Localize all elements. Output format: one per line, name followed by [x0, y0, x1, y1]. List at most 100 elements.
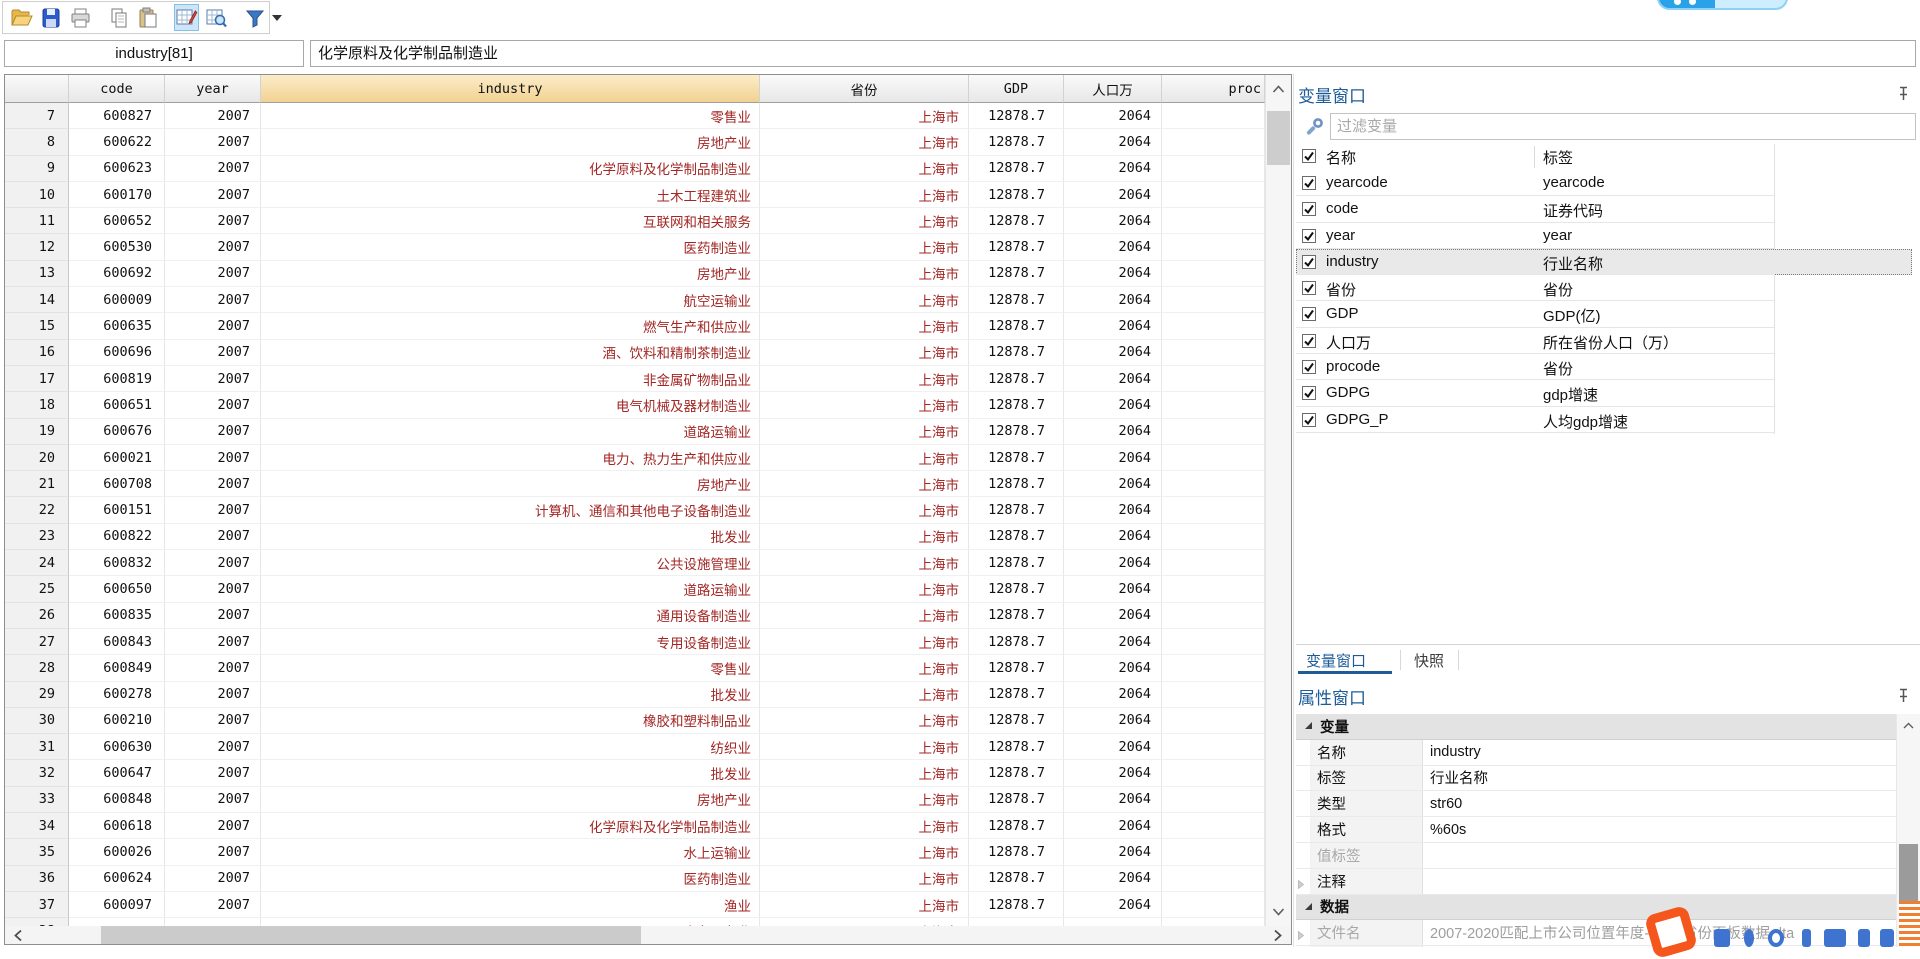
year-cell[interactable]: 2007 — [165, 155, 261, 182]
name-column-header[interactable]: 名称 — [1326, 147, 1356, 168]
procode-cell[interactable] — [1162, 813, 1265, 840]
procode-cell[interactable] — [1162, 471, 1265, 498]
table-row[interactable]: 14 600009 2007 航空运输业 上海市 12878.7 2064 — [5, 287, 1265, 314]
province-cell[interactable]: 上海市 — [760, 444, 969, 472]
industry-cell[interactable]: 水上运输业 — [261, 839, 760, 866]
code-cell[interactable]: 600650 — [69, 576, 165, 603]
population-cell[interactable]: 2064 — [1064, 813, 1162, 840]
code-cell[interactable] — [69, 918, 165, 926]
table-row[interactable]: 7 600827 2007 零售业 上海市 12878.7 2064 — [5, 103, 1265, 130]
code-cell[interactable]: 600624 — [69, 865, 165, 892]
province-cell[interactable]: 上海市 — [760, 681, 969, 708]
table-row[interactable]: 30 600210 2007 橡胶和塑料制品业 上海市 12878.7 2064 — [5, 707, 1265, 735]
province-cell[interactable]: 上海市 — [760, 234, 969, 261]
variable-checkbox[interactable] — [1302, 360, 1316, 379]
row-number-cell[interactable]: 7 — [5, 103, 69, 130]
header-code[interactable]: code — [69, 75, 165, 103]
industry-cell[interactable]: 医药制造业 — [261, 234, 760, 261]
province-cell[interactable]: 上海市 — [760, 129, 969, 156]
procode-cell[interactable] — [1162, 392, 1265, 419]
gdp-cell[interactable]: 12878.7 — [969, 365, 1064, 393]
table-row[interactable]: 19 600676 2007 道路运输业 上海市 12878.7 2064 — [5, 418, 1265, 445]
filter-button[interactable] — [243, 4, 267, 31]
variable-checkbox[interactable] — [1302, 228, 1316, 248]
province-cell[interactable]: 上海市 — [760, 471, 969, 498]
table-row[interactable]: 21 600708 2007 房地产业 上海市 12878.7 2064 — [5, 471, 1265, 498]
year-cell[interactable]: 2007 — [165, 234, 261, 261]
variable-row[interactable]: GDPG gdp增速 — [1296, 380, 1920, 407]
population-cell[interactable]: 2064 — [1064, 339, 1162, 366]
year-cell[interactable]: 2007 — [165, 444, 261, 472]
pin-icon[interactable] — [1896, 86, 1910, 106]
header-province[interactable]: 省份 — [760, 75, 969, 103]
table-row[interactable]: 29 600278 2007 批发业 上海市 12878.7 2064 — [5, 681, 1265, 708]
code-cell[interactable]: 600630 — [69, 734, 165, 761]
population-cell[interactable]: 2064 — [1064, 287, 1162, 314]
population-cell[interactable]: 2064 — [1064, 891, 1162, 919]
gdp-cell[interactable]: 12878.7 — [969, 628, 1064, 656]
procode-cell[interactable] — [1162, 576, 1265, 603]
industry-cell[interactable]: 批发业 — [261, 681, 760, 708]
code-cell[interactable]: 600622 — [69, 129, 165, 156]
table-row[interactable]: 23 600822 2007 批发业 上海市 12878.7 2064 — [5, 523, 1265, 551]
industry-cell[interactable]: 燃气生产和供应业 — [261, 313, 760, 340]
tab-variables-window[interactable]: 变量窗口 — [1306, 650, 1366, 671]
year-cell[interactable]: 2007 — [165, 760, 261, 787]
code-cell[interactable]: 600170 — [69, 181, 165, 209]
code-cell[interactable]: 600021 — [69, 444, 165, 472]
variable-row[interactable]: GDPG_P 人均gdp增速 — [1296, 407, 1920, 434]
industry-cell[interactable]: 电力、热力生产和供应业 — [261, 444, 760, 472]
gdp-cell[interactable]: 12878.7 — [969, 208, 1064, 235]
industry-cell[interactable]: 零售业 — [261, 655, 760, 682]
row-number-cell[interactable]: 18 — [5, 392, 69, 419]
paste-button[interactable] — [136, 4, 160, 31]
procode-cell[interactable] — [1162, 681, 1265, 708]
row-number-cell[interactable]: 21 — [5, 471, 69, 498]
variable-row[interactable]: year year — [1296, 223, 1920, 250]
population-cell[interactable] — [1064, 918, 1162, 926]
row-number-cell[interactable]: 9 — [5, 155, 69, 182]
code-cell[interactable]: 600026 — [69, 839, 165, 866]
filter-dropdown-caret[interactable] — [272, 4, 282, 31]
variable-row[interactable]: code 证券代码 — [1296, 196, 1920, 223]
row-number-cell[interactable]: 17 — [5, 365, 69, 393]
industry-cell[interactable]: 批发业 — [261, 760, 760, 787]
procode-cell[interactable] — [1162, 365, 1265, 393]
variable-row[interactable]: procode 省份 — [1296, 354, 1920, 381]
gdp-cell[interactable]: 12878.7 — [969, 287, 1064, 314]
year-cell[interactable]: 2007 — [165, 418, 261, 445]
row-number-cell[interactable]: 22 — [5, 497, 69, 524]
code-cell[interactable]: 600651 — [69, 392, 165, 419]
procode-cell[interactable] — [1162, 786, 1265, 814]
province-cell[interactable]: 上海市 — [760, 103, 969, 130]
open-folder-button[interactable] — [9, 4, 34, 31]
variable-row[interactable]: yearcode yearcode — [1296, 170, 1920, 197]
table-row[interactable]: 32 600647 2007 批发业 上海市 12878.7 2064 — [5, 760, 1265, 787]
gdp-cell[interactable]: 12878.7 — [969, 234, 1064, 261]
procode-cell[interactable] — [1162, 313, 1265, 340]
table-row[interactable]: 8 600622 2007 房地产业 上海市 12878.7 2064 — [5, 129, 1265, 156]
gdp-cell[interactable]: 12878.7 — [969, 181, 1064, 209]
row-number-cell[interactable]: 34 — [5, 813, 69, 840]
year-cell[interactable]: 2007 — [165, 628, 261, 656]
row-number-cell[interactable]: 26 — [5, 602, 69, 629]
year-cell[interactable]: 2007 — [165, 392, 261, 419]
scroll-up-button[interactable] — [1897, 716, 1920, 734]
industry-cell[interactable]: 房地产业 — [261, 786, 760, 814]
province-cell[interactable]: 上海市 — [760, 287, 969, 314]
header-gdp[interactable]: GDP — [969, 75, 1064, 103]
industry-cell[interactable]: 互联网和相关服务 — [261, 208, 760, 235]
province-cell[interactable]: 上海市 — [760, 313, 969, 340]
procode-cell[interactable] — [1162, 602, 1265, 629]
horizontal-scroll-thumb[interactable] — [101, 926, 641, 944]
gdp-cell[interactable]: 12878.7 — [969, 786, 1064, 814]
table-row[interactable]: 22 600151 2007 计算机、通信和其他电子设备制造业 上海市 1287… — [5, 497, 1265, 524]
population-cell[interactable]: 2064 — [1064, 365, 1162, 393]
population-cell[interactable]: 2064 — [1064, 208, 1162, 235]
code-cell[interactable]: 600530 — [69, 234, 165, 261]
population-cell[interactable]: 2064 — [1064, 628, 1162, 656]
row-number-cell[interactable]: 16 — [5, 339, 69, 366]
year-cell[interactable]: 2007 — [165, 839, 261, 866]
row-number-cell[interactable]: 32 — [5, 760, 69, 787]
gdp-cell[interactable]: 12878.7 — [969, 707, 1064, 735]
